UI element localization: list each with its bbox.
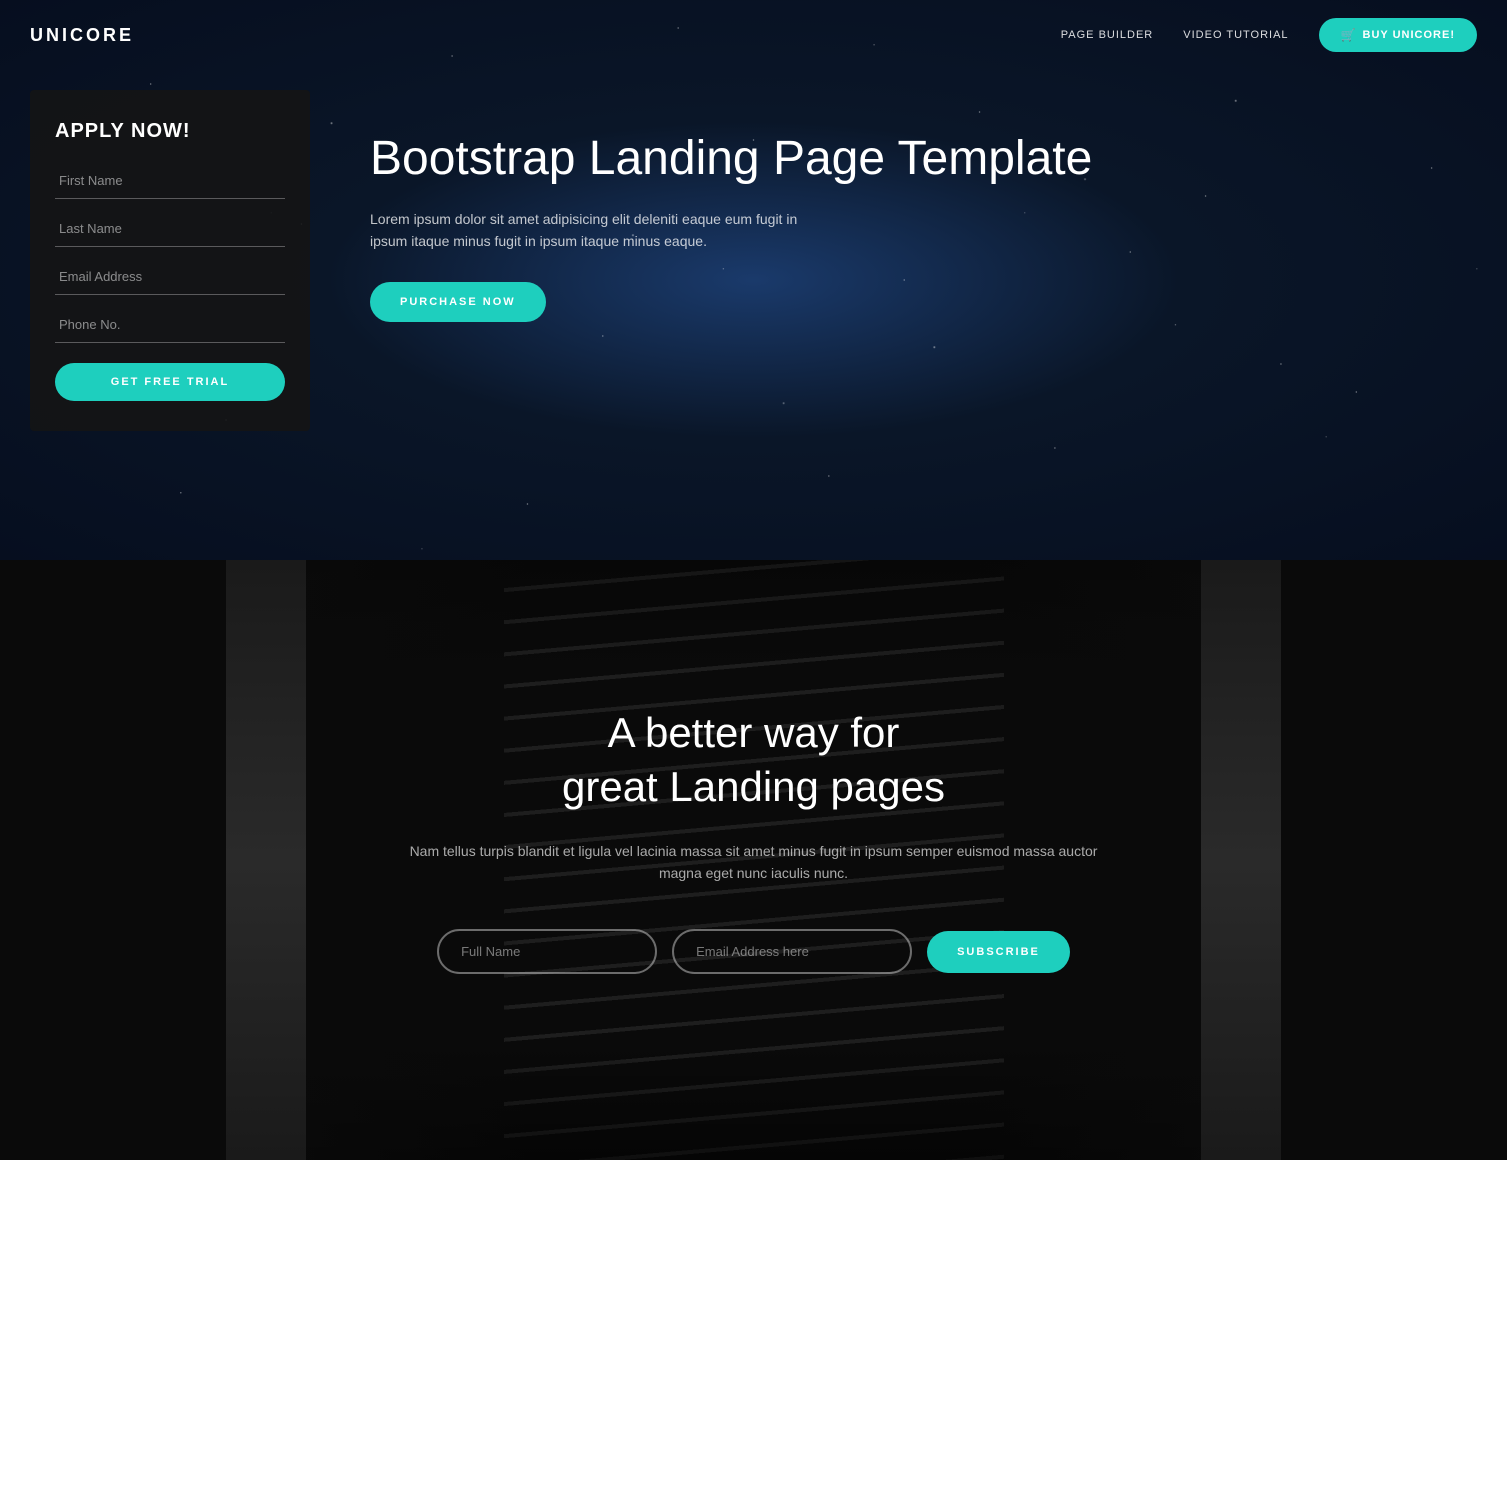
nav-links: PAGE BUILDER VIDEO TUTORIAL 🛒 BUY UNICOR… [1061, 18, 1477, 52]
phone-input[interactable] [55, 307, 285, 343]
email-input[interactable] [55, 259, 285, 295]
subscribe-name-input[interactable] [437, 929, 657, 974]
purchase-now-button[interactable]: PURCHASE NOW [370, 282, 546, 322]
escalator-section: A better way for great Landing pages Nam… [0, 560, 1507, 1160]
navbar: UNICORE PAGE BUILDER VIDEO TUTORIAL 🛒 BU… [0, 0, 1507, 70]
escalator-title-line1: A better way for [608, 709, 900, 756]
hero-section: UNICORE PAGE BUILDER VIDEO TUTORIAL 🛒 BU… [0, 0, 1507, 560]
hero-text-block: Bootstrap Landing Page Template Lorem ip… [370, 90, 1477, 322]
escalator-rail-left [226, 560, 306, 1160]
last-name-input[interactable] [55, 211, 285, 247]
subscribe-button[interactable]: SUBSCRIBE [927, 931, 1070, 973]
buy-label: BUY UNICORE! [1363, 29, 1455, 41]
hero-content: APPLY NOW! GET FREE TRIAL Bootstrap Land… [0, 70, 1507, 491]
subscribe-email-input[interactable] [672, 929, 912, 974]
apply-form-title: APPLY NOW! [55, 120, 285, 143]
nav-page-builder[interactable]: PAGE BUILDER [1061, 29, 1154, 41]
escalator-title-line2: great Landing pages [562, 763, 945, 810]
buy-button[interactable]: 🛒 BUY UNICORE! [1319, 18, 1477, 52]
brand-logo: UNICORE [30, 25, 134, 46]
hero-description: Lorem ipsum dolor sit amet adipisicing e… [370, 208, 810, 253]
apply-form-box: APPLY NOW! GET FREE TRIAL [30, 90, 310, 431]
hero-headline: Bootstrap Landing Page Template [370, 130, 1477, 188]
first-name-input[interactable] [55, 163, 285, 199]
cart-icon: 🛒 [1341, 28, 1357, 42]
escalator-rail-right [1201, 560, 1281, 1160]
escalator-content: A better way for great Landing pages Nam… [404, 706, 1104, 975]
get-free-trial-button[interactable]: GET FREE TRIAL [55, 363, 285, 401]
escalator-description: Nam tellus turpis blandit et ligula vel … [404, 840, 1104, 885]
escalator-title: A better way for great Landing pages [404, 706, 1104, 815]
subscribe-row: SUBSCRIBE [404, 929, 1104, 974]
nav-video-tutorial[interactable]: VIDEO TUTORIAL [1183, 29, 1288, 41]
